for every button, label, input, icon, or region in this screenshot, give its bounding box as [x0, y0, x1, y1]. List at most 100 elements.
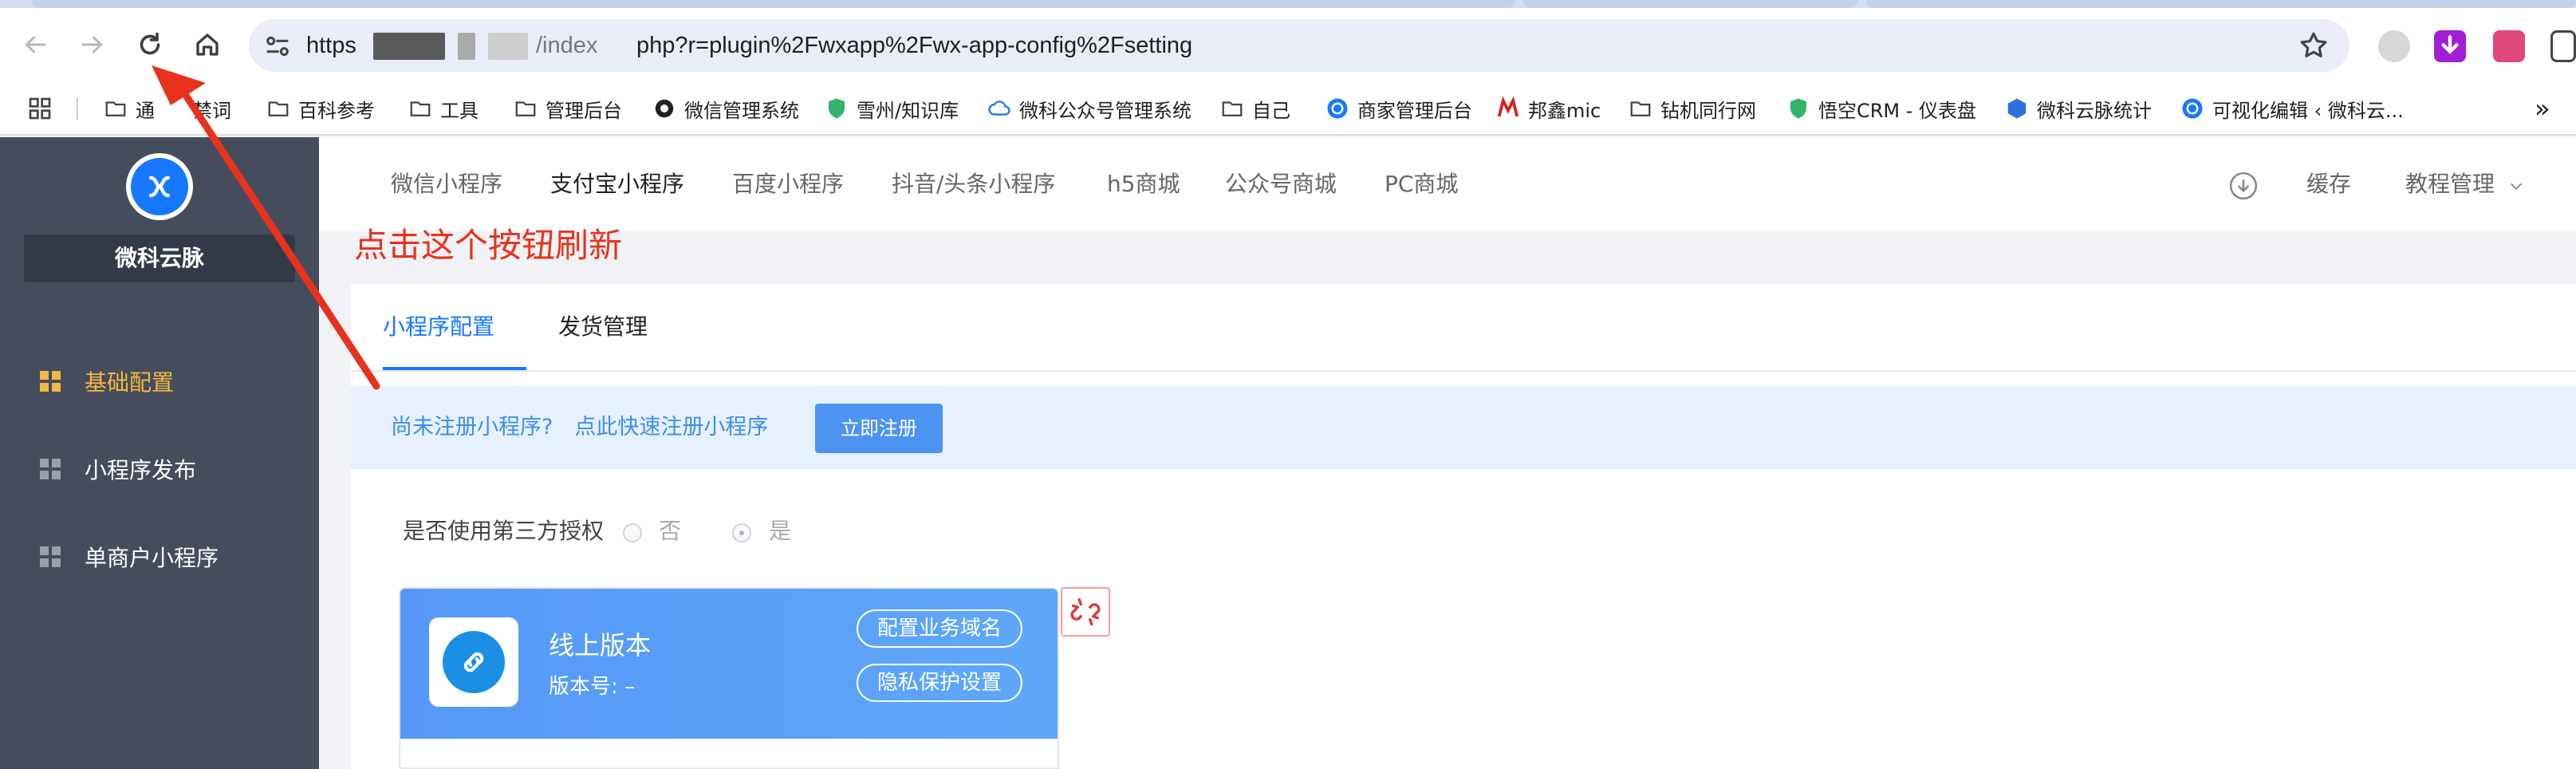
unlink-button[interactable] — [1061, 587, 1110, 637]
tutorial-menu[interactable]: 教程管理 — [2405, 137, 2495, 231]
m-logo-icon — [1497, 97, 1519, 117]
bookmark-item[interactable]: 邦鑫mic — [1496, 81, 1601, 136]
home-icon — [196, 34, 219, 56]
bookmark-item[interactable]: 悟空CRM - 仪表盘 — [1786, 81, 1976, 136]
radio-yes[interactable] — [732, 523, 751, 542]
redacted-url — [373, 33, 445, 60]
bookmark-item[interactable]: 微科公众号管理系统 — [987, 81, 1191, 136]
platform-tabs: 微信小程序 支付宝小程序 百度小程序 抖音/头条小程序 h5商城 公众号商城 P… — [319, 137, 2576, 231]
arrow-left-icon — [25, 36, 46, 53]
privacy-settings-button[interactable]: 隐私保护设置 — [857, 664, 1022, 702]
sidebar-item-label: 单商户小程序 — [85, 545, 219, 571]
register-button[interactable]: 立即注册 — [815, 404, 943, 453]
grid-icon — [40, 546, 61, 567]
download-extension-icon[interactable] — [2434, 30, 2466, 62]
tab-official-account[interactable]: 公众号商城 — [1225, 137, 1337, 231]
tab-mini-program-config[interactable]: 小程序配置 — [383, 284, 494, 370]
forward-button[interactable] — [70, 22, 115, 67]
unlink-icon — [1070, 597, 1101, 626]
cube-icon — [2007, 98, 2027, 119]
version-number: 版本号: – — [549, 675, 636, 699]
tab-h5[interactable]: h5商城 — [1107, 137, 1180, 231]
tab-strip — [0, 0, 2576, 8]
download-icon[interactable] — [2228, 171, 2259, 201]
bookmark-item[interactable]: 雪州/知识库 — [825, 81, 959, 136]
radio-no-label[interactable]: 否 — [659, 514, 681, 546]
app-logo — [126, 153, 193, 220]
radio-no[interactable] — [623, 523, 642, 542]
bookmark-item[interactable]: 自己 — [1220, 81, 1290, 136]
bookmark-item[interactable]: 通 禁词 — [104, 81, 231, 136]
online-version-card: 线上版本 版本号: – 配置业务域名 隐私保护设置 — [399, 587, 1059, 769]
bookmark-item[interactable]: 管理后台 — [514, 81, 622, 136]
radio-yes-label[interactable]: 是 — [769, 514, 791, 546]
card-header: 线上版本 版本号: – 配置业务域名 隐私保护设置 — [400, 589, 1058, 739]
folder-icon — [515, 101, 536, 116]
third-party-auth-label: 是否使用第三方授权 — [403, 518, 605, 544]
site-settings-icon[interactable] — [262, 30, 293, 62]
star-icon[interactable] — [2297, 29, 2330, 62]
mini-program-icon — [429, 617, 518, 707]
address-bar[interactable]: https /index php?r=plugin%2Fwxapp%2Fwx-a… — [249, 19, 2350, 72]
sidebar-item-basic-config[interactable]: 基础配置 — [0, 349, 319, 413]
folder-icon — [1222, 101, 1243, 116]
apps-icon[interactable] — [27, 81, 53, 136]
bookmark-item[interactable]: 商家管理后台 — [1325, 81, 1472, 136]
browser-toolbar: https /index php?r=plugin%2Fwxapp%2Fwx-a… — [0, 8, 2576, 81]
link-icon — [463, 652, 484, 672]
sidebar-item-label: 基础配置 — [85, 369, 175, 396]
sidebar-item-publish[interactable]: 小程序发布 — [0, 437, 319, 501]
url-scheme: https — [306, 33, 356, 58]
tab-pc[interactable]: PC商城 — [1385, 137, 1458, 231]
arrow-right-icon — [81, 36, 103, 53]
annotation-text: 点击这个按钮刷新 — [354, 226, 623, 265]
divider — [77, 97, 78, 120]
browser-tab[interactable] — [32, 0, 1515, 8]
shield-icon — [829, 98, 845, 119]
tab-wechat-mini[interactable]: 微信小程序 — [391, 137, 502, 231]
folder-icon — [410, 101, 431, 116]
extension-icon[interactable] — [2550, 30, 2576, 62]
logo-icon — [148, 175, 171, 198]
domain-config-button[interactable]: 配置业务域名 — [857, 609, 1022, 648]
reload-button[interactable] — [128, 22, 172, 67]
more-bookmarks-button[interactable]: » — [2535, 81, 2550, 136]
reload-icon — [140, 32, 160, 55]
tab-alipay-mini[interactable]: 支付宝小程序 — [550, 137, 684, 231]
register-notice: 尚未注册小程序? 点此快速注册小程序 立即注册 — [351, 386, 2576, 469]
translate-extension-icon[interactable] — [2493, 30, 2525, 62]
globe-icon — [655, 99, 674, 118]
bookmark-item[interactable]: 微科云脉统计 — [2005, 81, 2152, 136]
bookmarks-bar: 通 禁词 百科参考 工具 管理后台 微信管理系统 雪州/知识库 微科公众号管理系… — [0, 81, 2576, 136]
chevron-down-icon[interactable] — [2507, 177, 2525, 195]
shield-icon — [1790, 98, 1806, 119]
grid-icon — [40, 459, 61, 479]
extension-icon[interactable] — [2378, 30, 2410, 62]
brand-name: 微科云脉 — [24, 235, 295, 282]
url-path: /index — [536, 33, 598, 58]
folder-icon — [1630, 101, 1651, 116]
grid-icon — [40, 371, 61, 392]
browser-tab[interactable] — [1523, 0, 1858, 8]
back-button[interactable] — [13, 22, 57, 67]
register-link[interactable]: 尚未注册小程序? 点此快速注册小程序 — [391, 386, 768, 469]
divider — [351, 370, 2576, 372]
cache-button[interactable]: 缓存 — [2306, 137, 2351, 231]
url-query: php?r=plugin%2Fwxapp%2Fwx-app-config%2Fs… — [636, 33, 1193, 58]
bookmark-item[interactable]: 微信管理系统 — [652, 81, 799, 136]
folder-icon — [105, 101, 126, 116]
tab-douyin-mini[interactable]: 抖音/头条小程序 — [892, 137, 1055, 231]
bookmark-item[interactable]: 百科参考 — [266, 81, 375, 136]
card-title: 线上版本 — [549, 630, 652, 661]
bookmark-item[interactable]: 工具 — [408, 81, 479, 136]
logo-icon — [1327, 98, 1348, 119]
browser-tab[interactable] — [1866, 0, 2576, 8]
folder-icon — [268, 101, 289, 116]
home-button[interactable] — [185, 22, 230, 67]
tab-shipping-management[interactable]: 发货管理 — [558, 284, 648, 370]
redacted-url — [458, 33, 475, 60]
tab-baidu-mini[interactable]: 百度小程序 — [732, 137, 844, 231]
sidebar-item-single-merchant[interactable]: 单商户小程序 — [0, 525, 319, 589]
bookmark-item[interactable]: 可视化编辑 ‹ 微科云... — [2180, 81, 2404, 136]
bookmark-item[interactable]: 钻机同行网 — [1629, 81, 1756, 136]
